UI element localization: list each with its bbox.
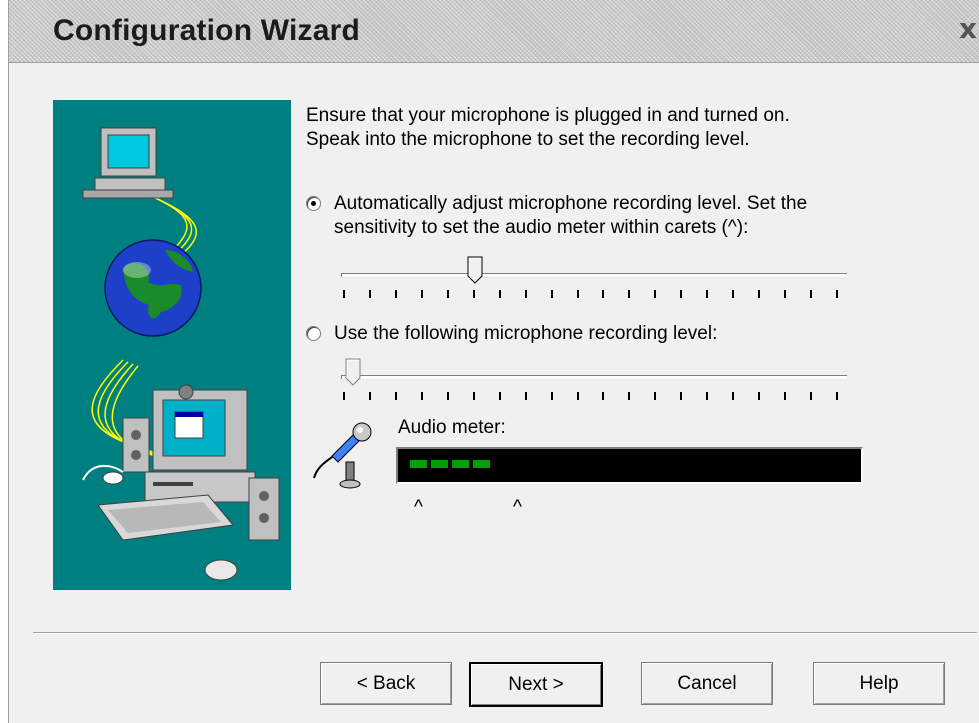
title-bar[interactable]: Configuration Wizard x [9, 0, 979, 63]
slider-tick [758, 290, 761, 298]
slider-tick [810, 392, 813, 400]
sensitivity-slider-track [341, 273, 847, 277]
sensitivity-slider[interactable] [341, 256, 851, 306]
sensitivity-slider-ticks [341, 290, 846, 300]
caret-low: ^ [414, 497, 423, 518]
manual-level-label: Use the following microphone recording l… [334, 323, 718, 344]
slider-tick [836, 392, 838, 400]
slider-tick [420, 392, 423, 400]
intro-text: Ensure that your microphone is plugged i… [306, 104, 926, 152]
meter-segment [431, 460, 448, 468]
manual-level-slider[interactable] [341, 358, 851, 408]
slider-tick [654, 290, 657, 298]
slider-tick [706, 392, 709, 400]
help-button[interactable]: Help [813, 662, 945, 705]
slider-tick [732, 290, 735, 298]
slider-tick [628, 392, 631, 400]
caret-high: ^ [513, 497, 522, 518]
slider-tick [602, 290, 605, 298]
slider-tick [524, 290, 527, 298]
slider-tick [394, 392, 397, 400]
window-title: Configuration Wizard [53, 14, 361, 47]
slider-tick [446, 392, 449, 400]
slider-tick [784, 290, 787, 298]
microphone-icon [313, 422, 372, 489]
window-border [0, 0, 9, 723]
manual-level-slider-ticks [341, 392, 846, 402]
slider-tick [550, 392, 553, 400]
manual-level-option[interactable]: Use the following microphone recording l… [306, 322, 717, 346]
wizard-window: Configuration Wizard x Ensure that your … [0, 0, 979, 723]
slider-tick [732, 392, 735, 400]
slider-tick [680, 290, 683, 298]
auto-adjust-radio[interactable] [306, 196, 321, 211]
slider-tick [602, 392, 605, 400]
manual-level-slider-track [341, 375, 847, 379]
close-icon[interactable]: x [959, 12, 977, 45]
slider-tick [576, 290, 579, 298]
back-button[interactable]: < Back [320, 662, 452, 705]
keyboard-icon [97, 494, 234, 541]
slider-tick [836, 290, 838, 298]
meter-segment [410, 460, 427, 468]
audio-meter-label: Audio meter: [398, 417, 506, 438]
audio-meter [396, 447, 863, 484]
separator [33, 632, 977, 634]
auto-adjust-label-line-1: Automatically adjust microphone recordin… [334, 193, 808, 214]
slider-tick [446, 290, 449, 298]
auto-adjust-option[interactable]: Automatically adjust microphone recordin… [306, 192, 807, 240]
globe-icon [104, 239, 202, 337]
cancel-button[interactable]: Cancel [641, 662, 773, 705]
meter-segment [473, 460, 490, 468]
intro-line-2: Speak into the microphone to set the rec… [306, 129, 750, 150]
slider-tick [524, 392, 527, 400]
slider-tick [758, 392, 761, 400]
auto-adjust-label: Automatically adjust microphone recordin… [334, 192, 807, 240]
slider-tick [498, 392, 501, 400]
slider-tick [784, 392, 787, 400]
computer-icon [82, 127, 174, 199]
slider-tick [472, 290, 475, 298]
slider-tick [680, 392, 683, 400]
slider-tick [368, 290, 371, 298]
slider-tick [394, 290, 397, 298]
slider-tick [343, 290, 345, 298]
sensitivity-slider-thumb[interactable] [467, 256, 483, 284]
slider-tick [550, 290, 553, 298]
slider-tick [810, 290, 813, 298]
slider-tick [498, 290, 501, 298]
slider-tick [576, 392, 579, 400]
desktop-computer-icon [144, 384, 256, 503]
slider-tick [654, 392, 657, 400]
slider-tick [368, 392, 371, 400]
auto-adjust-label-line-2: sensitivity to set the audio meter withi… [334, 217, 749, 238]
intro-line-1: Ensure that your microphone is plugged i… [306, 105, 790, 126]
slider-tick [472, 392, 475, 400]
next-button[interactable]: Next > [469, 662, 603, 707]
manual-level-radio[interactable] [306, 326, 321, 341]
slider-tick [628, 290, 631, 298]
slider-tick [420, 290, 423, 298]
slider-tick [706, 290, 709, 298]
slider-tick [343, 392, 345, 400]
meter-segment [452, 460, 469, 468]
wizard-illustration [53, 100, 291, 590]
manual-level-slider-thumb[interactable] [345, 358, 361, 386]
